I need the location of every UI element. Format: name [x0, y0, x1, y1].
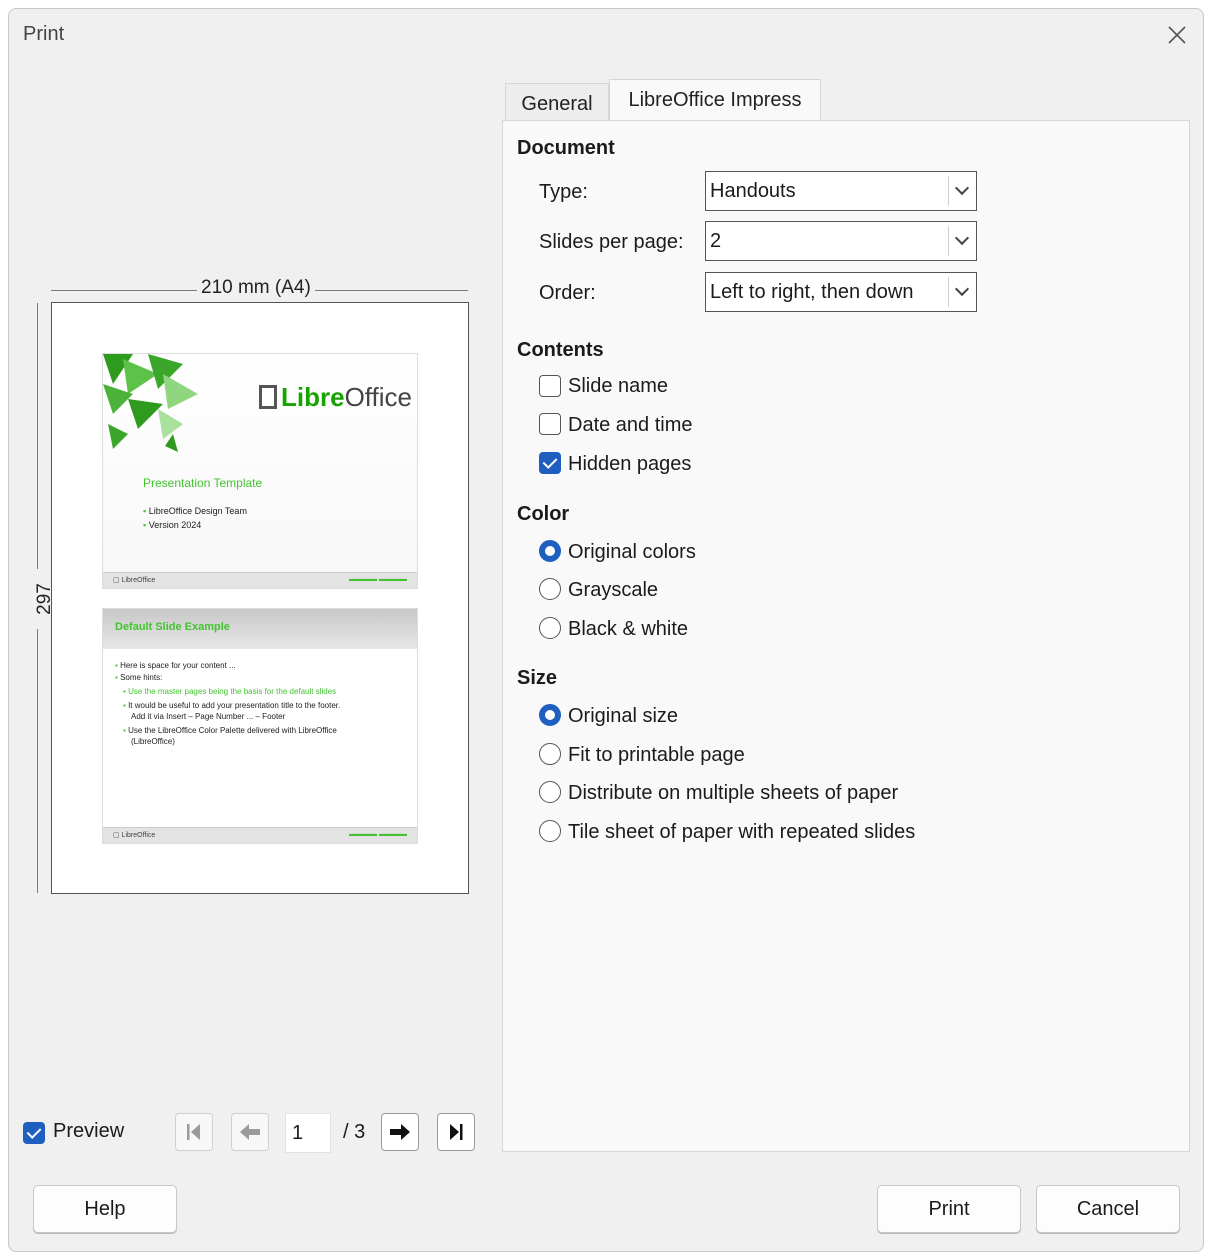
original-colors-label[interactable]: Original colors [568, 541, 696, 564]
first-page-icon [187, 1124, 200, 1140]
page-total-label: / 3 [343, 1121, 366, 1143]
page-preview: LibreOffice Presentation Template ▪ Libr… [51, 302, 469, 894]
distribute-sheets-label[interactable]: Distribute on multiple sheets of paper [568, 782, 898, 805]
arrow-right-icon [390, 1124, 410, 1140]
fit-to-page-radio[interactable] [539, 743, 561, 765]
original-size-radio[interactable] [539, 704, 561, 726]
slide-bullet: ▪ Version 2024 [143, 520, 202, 530]
close-icon[interactable] [1165, 23, 1189, 47]
size-heading: Size [517, 667, 558, 689]
slides-per-page-value: 2 [710, 230, 722, 252]
document-heading: Document [517, 137, 615, 159]
libreoffice-logo: LibreOffice [259, 382, 412, 413]
date-and-time-checkbox[interactable] [539, 413, 561, 435]
original-size-label[interactable]: Original size [568, 705, 678, 728]
width-dimension-label: 210 mm (A4) [197, 277, 315, 299]
order-select-value: Left to right, then down [710, 281, 914, 303]
slide-header: Default Slide Example [103, 609, 417, 649]
cancel-button[interactable]: Cancel [1036, 1185, 1180, 1233]
distribute-sheets-radio[interactable] [539, 781, 561, 803]
date-and-time-label[interactable]: Date and time [568, 414, 693, 437]
document-icon [259, 385, 277, 409]
original-colors-radio[interactable] [539, 540, 561, 562]
preview-checkbox[interactable] [23, 1122, 45, 1144]
previous-page-button[interactable] [231, 1113, 269, 1151]
slide-text-line: (LibreOffice) [131, 737, 175, 746]
slide-title: Presentation Template [143, 476, 263, 490]
slide-bullet: ▪ LibreOffice Design Team [143, 506, 247, 516]
chevron-down-icon [948, 176, 976, 206]
slides-per-page-select[interactable]: 2 [705, 221, 977, 261]
slide-name-label[interactable]: Slide name [568, 375, 668, 398]
tile-sheet-label[interactable]: Tile sheet of paper with repeated slides [568, 821, 915, 844]
grayscale-radio[interactable] [539, 578, 561, 600]
slide-thumbnail-1: LibreOffice Presentation Template ▪ Libr… [102, 353, 418, 589]
green-triangles-graphic [103, 354, 198, 452]
hidden-pages-checkbox[interactable] [539, 452, 561, 474]
next-page-button[interactable] [381, 1113, 419, 1151]
type-select[interactable]: Handouts [705, 171, 977, 211]
help-button[interactable]: Help [33, 1185, 177, 1233]
hidden-pages-label[interactable]: Hidden pages [568, 453, 691, 476]
color-heading: Color [517, 503, 570, 525]
page-number-input[interactable]: 1 [285, 1113, 331, 1153]
slides-per-page-label: Slides per page: [539, 231, 684, 253]
print-dialog: Print 210 mm (A4) 297 mm LibreOffice Pre… [8, 8, 1204, 1252]
last-page-icon [450, 1124, 463, 1140]
last-page-button[interactable] [437, 1113, 475, 1151]
fit-to-page-label[interactable]: Fit to printable page [568, 744, 745, 767]
tab-libreoffice-impress[interactable]: LibreOffice Impress [609, 79, 821, 121]
chevron-down-icon [948, 277, 976, 307]
order-select[interactable]: Left to right, then down [705, 272, 977, 312]
slide-footer: ▢ LibreOffice ▬▬▬▬ ▬▬▬▬ [103, 827, 417, 843]
slide-name-checkbox[interactable] [539, 375, 561, 397]
contents-heading: Contents [517, 339, 604, 361]
arrow-left-icon [240, 1124, 260, 1140]
slide-text-line: ▪ Use the LibreOffice Color Palette deli… [123, 726, 337, 735]
grayscale-label[interactable]: Grayscale [568, 579, 658, 602]
dialog-title: Print [23, 23, 65, 45]
preview-label[interactable]: Preview [53, 1120, 124, 1143]
slide-thumbnail-2: Default Slide Example ▪ Here is space fo… [102, 608, 418, 844]
type-label: Type: [539, 181, 588, 203]
order-label: Order: [539, 282, 596, 304]
slide-text-line: ▪ Use the master pages being the basis f… [123, 687, 337, 696]
slide-text-line: ▪ It would be useful to add your present… [123, 701, 341, 710]
slide-text-line: Add it via Insert – Page Number ... – Fo… [131, 712, 286, 721]
slide-footer: ▢ LibreOffice ▬▬▬▬ ▬▬▬▬ [103, 572, 417, 588]
first-page-button[interactable] [175, 1113, 213, 1151]
black-white-radio[interactable] [539, 617, 561, 639]
tile-sheet-radio[interactable] [539, 820, 561, 842]
black-white-label[interactable]: Black & white [568, 618, 688, 641]
slide-text-line: ▪ Here is space for your content ... [115, 661, 236, 670]
type-select-value: Handouts [710, 180, 796, 202]
chevron-down-icon [948, 226, 976, 256]
slide-text-line: ▪ Some hints: [115, 673, 163, 682]
tab-general[interactable]: General [505, 83, 609, 125]
print-button[interactable]: Print [877, 1185, 1021, 1233]
